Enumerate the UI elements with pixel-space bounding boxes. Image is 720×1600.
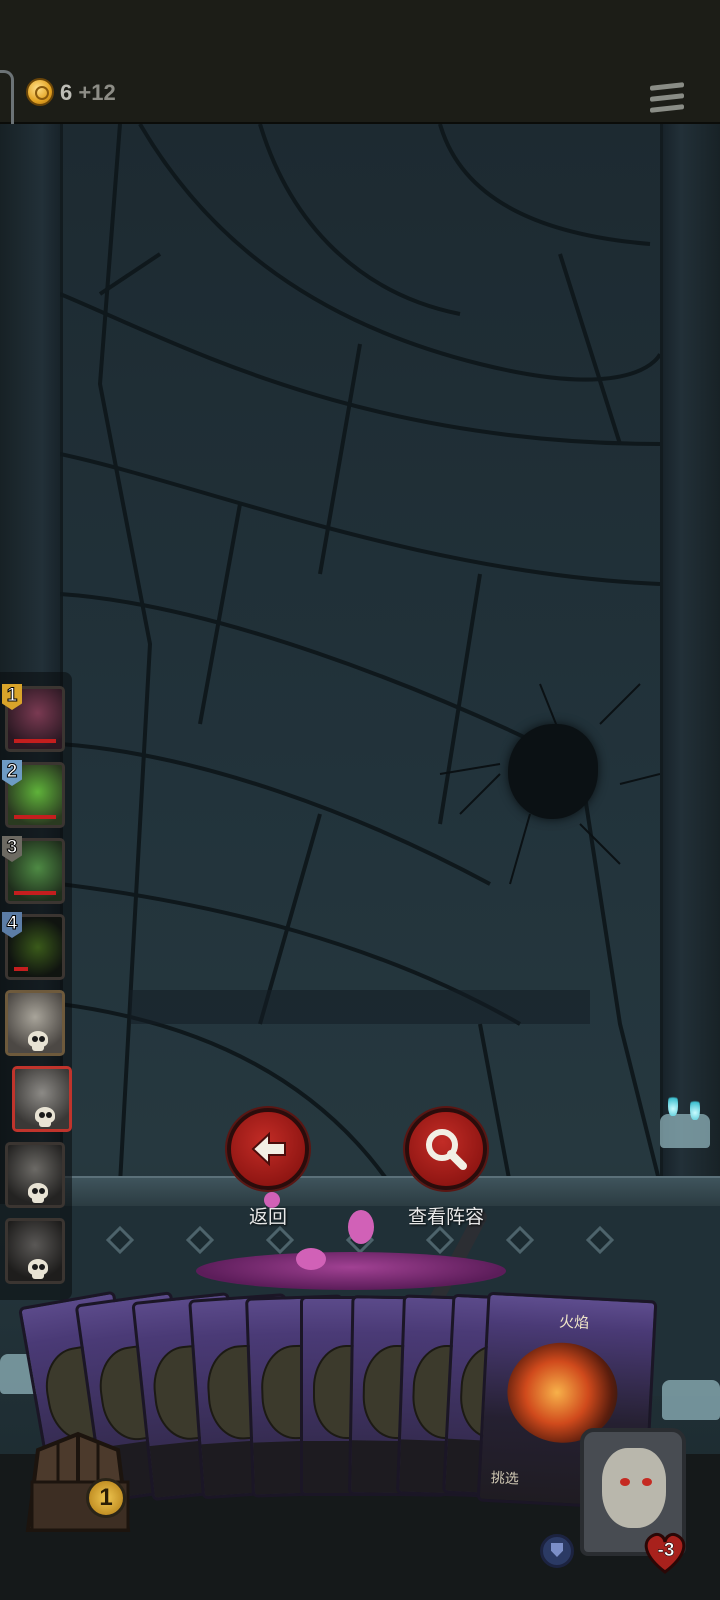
wall-shadow [130, 990, 590, 1024]
arrow-left-icon [251, 1131, 286, 1167]
shield-icon[interactable] [540, 1534, 574, 1568]
hp-bar [14, 815, 56, 819]
hp-bar [14, 891, 56, 895]
hero-face [602, 1448, 666, 1528]
potion-bubble [348, 1210, 374, 1244]
back-button[interactable] [227, 1108, 309, 1190]
hp-change-label: -3 [657, 1540, 675, 1562]
cauldron [196, 1252, 506, 1290]
skull-icon [26, 1259, 50, 1279]
card-title: 火焰 [558, 1313, 590, 1333]
party-member-fallen-4[interactable] [5, 1218, 65, 1284]
deck-count-badge: 1 [86, 1478, 126, 1518]
candles-right-upper [660, 1114, 710, 1148]
view-lineup-label[interactable]: 查看阵容 [376, 1202, 516, 1229]
magnifier-icon [426, 1129, 467, 1170]
candles-right [662, 1380, 720, 1420]
party-member-fallen-2-selected[interactable] [12, 1066, 72, 1132]
candle-flame [690, 1096, 700, 1120]
potion-bubble [296, 1248, 326, 1270]
stone-wall [60, 124, 660, 1184]
right-pillar [660, 124, 720, 1204]
candle-flame [668, 1092, 678, 1116]
back-button-label[interactable]: 返回 [198, 1202, 338, 1229]
gold-amount: 6 [60, 80, 73, 105]
skull-icon [33, 1107, 57, 1127]
gold-bonus: +12 [78, 80, 116, 105]
hp-bar [14, 967, 28, 971]
hamburger-menu-icon[interactable] [650, 82, 684, 116]
gold-counter: 6 +12 [60, 80, 116, 106]
view-lineup-button[interactable] [405, 1108, 487, 1190]
crown-coin-icon [26, 78, 54, 106]
hp-bar [14, 739, 56, 743]
party-member-fallen-1[interactable] [5, 990, 65, 1056]
skull-icon [26, 1031, 50, 1051]
skull-icon [26, 1183, 50, 1203]
party-member-fallen-3[interactable] [5, 1142, 65, 1208]
treasure-chest-icon[interactable] [8, 1430, 148, 1540]
wall-hole [508, 724, 598, 819]
card-pick-label[interactable]: 挑选 [490, 1467, 519, 1488]
